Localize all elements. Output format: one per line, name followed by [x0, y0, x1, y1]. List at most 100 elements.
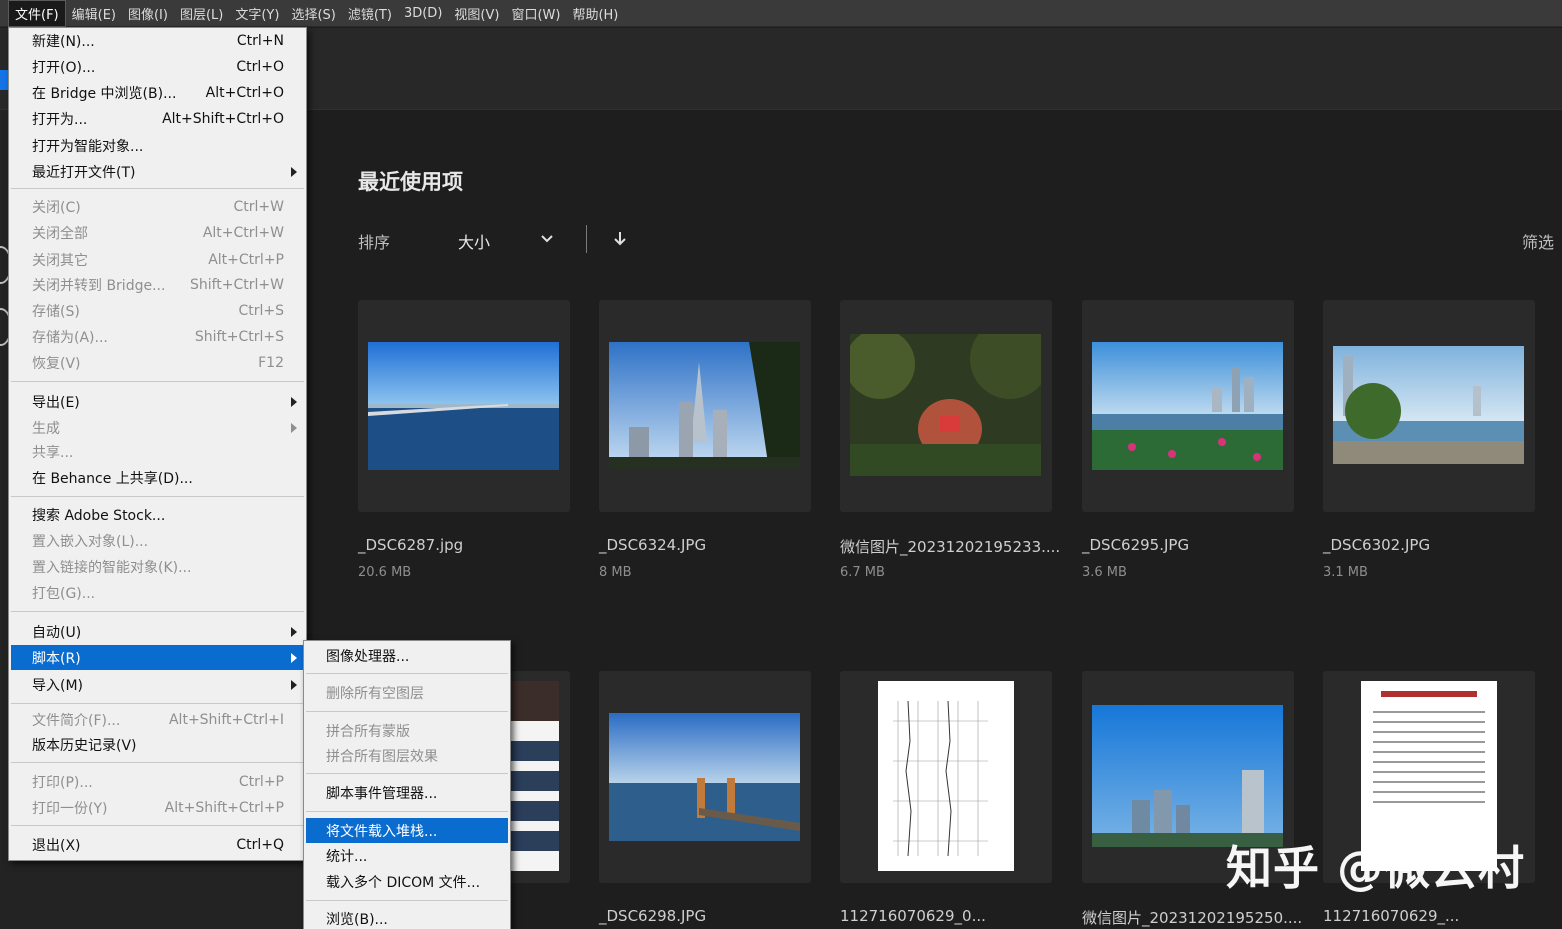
submenu-item-load-files-into-stack[interactable]: 将文件载入堆栈...: [306, 818, 508, 843]
file-name[interactable]: _DSC6295.JPG: [1082, 536, 1189, 554]
submenu-item-delete-empty-layers[interactable]: 删除所有空图层: [306, 680, 508, 705]
menu-item-shortcut: Alt+Shift+Ctrl+P: [164, 799, 284, 816]
menu-item-revert[interactable]: 恢复(V) F12: [11, 350, 304, 375]
file-name[interactable]: _DSC6298.JPG: [599, 907, 706, 925]
file-name[interactable]: _DSC6287.jpg: [358, 536, 463, 554]
menu-separator: [11, 825, 304, 826]
submenu-item-label: 载入多个 DICOM 文件...: [326, 874, 481, 891]
file-thumbnail: [850, 334, 1041, 476]
menu-item-share[interactable]: 共享...: [11, 439, 304, 464]
menu-file[interactable]: 文件(F): [8, 0, 66, 27]
menu-item-label: 共享...: [32, 444, 74, 461]
submenu-item-label: 拼合所有图层效果: [326, 748, 438, 765]
menu-item-label: 打开为智能对象...: [32, 138, 144, 155]
menu-separator: [11, 611, 304, 612]
menu-item-generate[interactable]: 生成: [11, 415, 304, 440]
menu-item-shortcut: F12: [258, 354, 284, 371]
menu-item-open[interactable]: 打开(O)... Ctrl+O: [11, 54, 304, 79]
menu-item-close-others[interactable]: 关闭其它 Alt+Ctrl+P: [11, 247, 304, 272]
menu-image[interactable]: 图像(I): [122, 1, 174, 26]
menu-window[interactable]: 窗口(W): [505, 1, 566, 26]
menu-type[interactable]: 文字(Y): [229, 1, 285, 26]
menu-item-place-linked[interactable]: 置入链接的智能对象(K)...: [11, 554, 304, 579]
menu-separator: [306, 673, 508, 674]
menu-item-place-embedded[interactable]: 置入嵌入对象(L)...: [11, 528, 304, 553]
recent-file-card[interactable]: [358, 300, 570, 512]
menu-item-close[interactable]: 关闭(C) Ctrl+W: [11, 194, 304, 219]
file-name[interactable]: _DSC6302.JPG: [1323, 536, 1430, 554]
menu-item-version-history[interactable]: 版本历史记录(V): [11, 732, 304, 757]
menu-item-open-as[interactable]: 打开为... Alt+Shift+Ctrl+O: [11, 106, 304, 131]
menu-item-save[interactable]: 存储(S) Ctrl+S: [11, 298, 304, 323]
file-name[interactable]: 微信图片_20231202195233....: [840, 536, 1060, 557]
menu-edit[interactable]: 编辑(E): [66, 1, 122, 26]
file-name[interactable]: 112716070629_0...: [840, 907, 986, 925]
menu-item-export[interactable]: 导出(E): [11, 389, 304, 414]
recent-file-card[interactable]: [599, 300, 811, 512]
menu-item-label: 打开(O)...: [32, 59, 96, 76]
file-size: 3.1 MB: [1323, 565, 1368, 580]
submenu-item-browse[interactable]: 浏览(B)...: [306, 906, 508, 929]
menu-item-share-behance[interactable]: 在 Behance 上共享(D)...: [11, 465, 304, 490]
menu-item-automate[interactable]: 自动(U): [11, 619, 304, 644]
file-name[interactable]: 微信图片_20231202195250....: [1082, 907, 1302, 928]
recent-file-card[interactable]: [840, 671, 1052, 883]
file-thumbnail: [1092, 705, 1283, 847]
recent-section-title: 最近使用项: [358, 170, 463, 194]
menu-item-open-smart-object[interactable]: 打开为智能对象...: [11, 133, 304, 158]
file-size: 8 MB: [599, 565, 632, 580]
menu-separator: [11, 188, 304, 189]
recent-file-card[interactable]: [599, 671, 811, 883]
menu-item-search-adobe-stock[interactable]: 搜索 Adobe Stock...: [11, 502, 304, 527]
recent-file-card[interactable]: [1323, 300, 1535, 512]
menu-item-label: 打印一份(Y): [32, 800, 108, 817]
submenu-arrow-icon: [291, 396, 297, 407]
submenu-item-script-events-manager[interactable]: 脚本事件管理器...: [306, 780, 508, 805]
menu-item-label: 打印(P)...: [32, 774, 93, 791]
file-size: 20.6 MB: [358, 565, 412, 580]
menu-layer[interactable]: 图层(L): [174, 1, 229, 26]
menu-item-shortcut: Alt+Ctrl+W: [202, 224, 284, 241]
submenu-item-statistics[interactable]: 统计...: [306, 843, 508, 868]
menu-filter[interactable]: 滤镜(T): [342, 1, 398, 26]
menu-item-close-go-bridge[interactable]: 关闭并转到 Bridge... Shift+Ctrl+W: [11, 272, 304, 297]
menu-item-shortcut: Alt+Ctrl+O: [205, 84, 284, 101]
menu-item-print[interactable]: 打印(P)... Ctrl+P: [11, 769, 304, 794]
menu-item-exit[interactable]: 退出(X) Ctrl+Q: [11, 832, 304, 857]
menu-item-label: 置入嵌入对象(L)...: [32, 533, 149, 550]
submenu-item-load-dicom[interactable]: 载入多个 DICOM 文件...: [306, 869, 508, 894]
menu-item-recent-files[interactable]: 最近打开文件(T): [11, 159, 304, 184]
menu-item-label: 新建(N)...: [32, 33, 95, 50]
menu-item-label: 置入链接的智能对象(K)...: [32, 559, 192, 576]
menu-item-import[interactable]: 导入(M): [11, 672, 304, 697]
sort-direction-arrow-icon[interactable]: [612, 230, 628, 248]
menu-help[interactable]: 帮助(H): [566, 1, 624, 26]
submenu-item-flatten-effects[interactable]: 拼合所有图层效果: [306, 743, 508, 768]
menu-item-print-one[interactable]: 打印一份(Y) Alt+Shift+Ctrl+P: [11, 795, 304, 820]
recent-file-card[interactable]: [1082, 300, 1294, 512]
filter-button[interactable]: 筛选: [1522, 229, 1554, 253]
menu-item-file-info[interactable]: 文件简介(F)... Alt+Shift+Ctrl+I: [11, 707, 304, 732]
menu-item-new[interactable]: 新建(N)... Ctrl+N: [11, 28, 304, 53]
submenu-item-flatten-masks[interactable]: 拼合所有蒙版: [306, 718, 508, 743]
menu-view[interactable]: 视图(V): [448, 1, 505, 26]
file-name[interactable]: 112716070629_...: [1323, 907, 1459, 925]
menu-item-shortcut: Ctrl+W: [233, 198, 284, 215]
menu-item-save-as[interactable]: 存储为(A)... Shift+Ctrl+S: [11, 324, 304, 349]
file-name[interactable]: _DSC6324.JPG: [599, 536, 706, 554]
menu-item-label: 恢复(V): [32, 355, 81, 372]
recent-file-card[interactable]: [840, 300, 1052, 512]
menu-item-label: 文件简介(F)...: [32, 712, 121, 729]
submenu-arrow-icon: [291, 422, 297, 433]
menu-item-close-all[interactable]: 关闭全部 Alt+Ctrl+W: [11, 220, 304, 245]
menu-3d[interactable]: 3D(D): [398, 3, 448, 24]
chevron-down-icon[interactable]: [540, 232, 554, 246]
file-thumbnail: [1333, 346, 1524, 464]
menu-item-package[interactable]: 打包(G)...: [11, 580, 304, 605]
menu-item-scripts[interactable]: 脚本(R): [11, 645, 304, 670]
sort-dropdown[interactable]: 大小: [458, 229, 490, 253]
menu-item-browse-bridge[interactable]: 在 Bridge 中浏览(B)... Alt+Ctrl+O: [11, 80, 304, 105]
menu-select[interactable]: 选择(S): [285, 1, 341, 26]
menu-separator: [306, 900, 508, 901]
submenu-item-image-processor[interactable]: 图像处理器...: [306, 643, 508, 668]
